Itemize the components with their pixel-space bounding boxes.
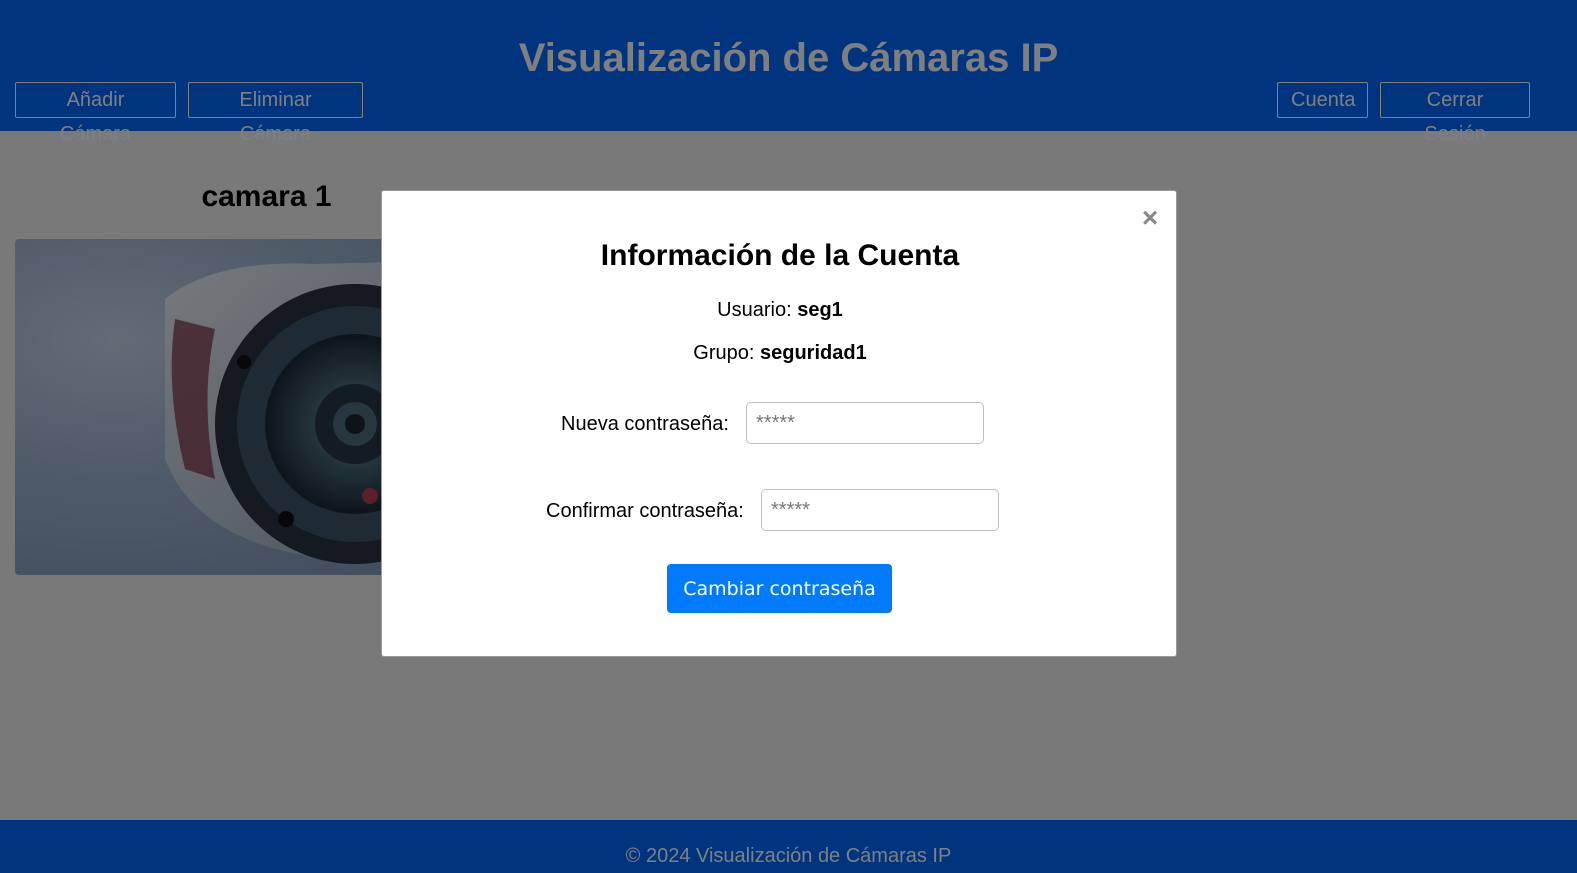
account-info-modal: × Información de la Cuenta Usuario: seg1… [381,190,1177,657]
group-info: Grupo: seguridad1 [382,342,1178,365]
close-icon[interactable]: × [1139,204,1161,232]
user-info: Usuario: seg1 [382,299,1178,322]
new-password-label: Nueva contraseña: [561,413,729,435]
change-password-button[interactable]: Cambiar contraseña [667,564,892,613]
user-value: seg1 [797,299,843,321]
user-label: Usuario: [717,299,792,321]
confirm-password-row: Confirmar contraseña: [382,489,1178,533]
group-value: seguridad1 [760,342,867,364]
group-label: Grupo: [693,342,755,364]
modal-title: Información de la Cuenta [600,239,960,272]
new-password-row: Nueva contraseña: [382,402,1178,446]
confirm-password-input[interactable] [761,489,999,531]
new-password-input[interactable] [746,402,984,444]
confirm-password-label: Confirmar contraseña: [546,500,744,522]
